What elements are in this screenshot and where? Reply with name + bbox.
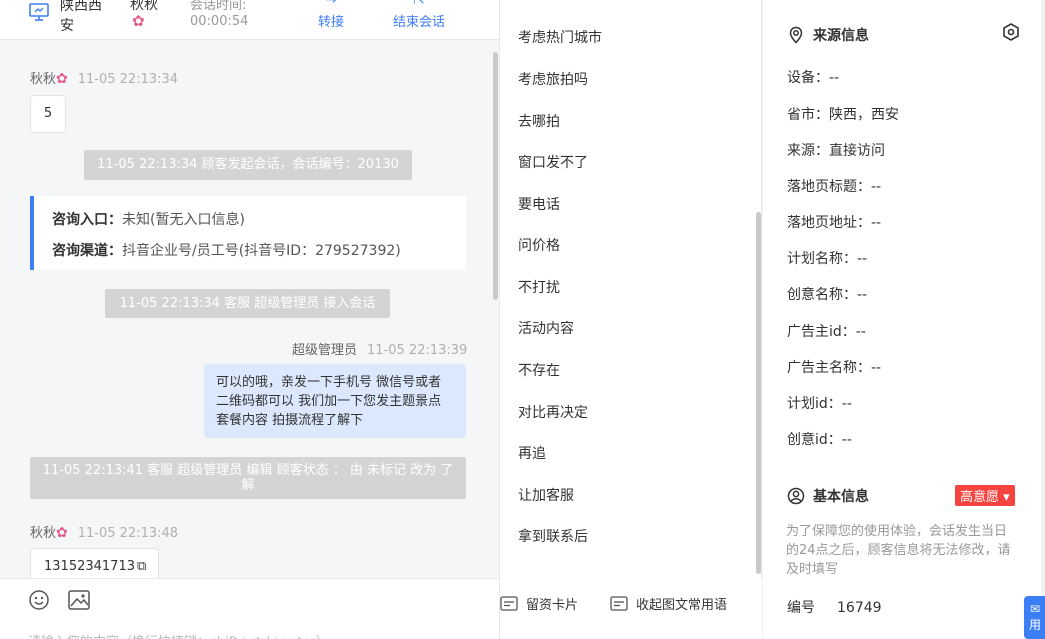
flower-icon: ✿ [56, 525, 68, 541]
source-plan-id: 计划id：-- [787, 396, 852, 412]
quick-phrase-panel: 考虑热门城市 考虑旅拍吗 去哪拍 窗口发不了 要电话 问价格 不打扰 活动内容 … [500, 0, 762, 639]
session-header: 陕西西安 秋秋 ✿ 会话时间: 00:00:54 → 转接 ⇱ 结束会话 [0, 0, 499, 40]
chat-icon: ✉ [1029, 602, 1041, 616]
right-edge-strip [1041, 0, 1045, 639]
message-sender: 秋秋✿ 11-05 22:13:34 [30, 71, 179, 87]
source-plan-name: 计划名称：-- [787, 251, 868, 267]
basic-info-title: 基本信息 [787, 486, 869, 506]
image-icon[interactable] [68, 590, 90, 610]
exit-icon: ⇱ [413, 0, 425, 8]
system-message: 11-05 22:13:34 顾客发起会话，会话编号：20130 [84, 150, 412, 180]
edit-deadline-note: 为了保障您的使用体验，会话发生当日的24点之后，顾客信息将无法修改，请及时填写 [786, 524, 1011, 577]
source-device: 设备：-- [787, 70, 840, 86]
duration-label: 会话时间: [190, 0, 247, 13]
settings-hex-icon[interactable] [1001, 22, 1021, 42]
collapse-phrases-button[interactable]: 收起图文常用语 [610, 594, 727, 613]
message-sender: 秋秋✿ 11-05 22:13:48 [30, 525, 179, 541]
location-pin-icon [789, 26, 803, 44]
duration-value: 00:00:54 [190, 14, 249, 29]
phrase-item[interactable]: 要电话 [518, 194, 560, 214]
phrase-item[interactable]: 拿到联系后 [518, 526, 588, 546]
phrase-item[interactable]: 考虑热门城市 [518, 27, 602, 47]
source-info-title: 来源信息 [787, 25, 869, 45]
user-circle-icon [787, 487, 805, 505]
source-advertiser-name: 广告主名称：-- [787, 360, 882, 376]
message-sender: 超级管理员 11-05 22:13:39 [292, 343, 468, 358]
phrase-item[interactable]: 让加客服 [518, 485, 574, 505]
emoji-icon[interactable] [28, 589, 50, 611]
card-icon [500, 595, 518, 611]
end-session-button[interactable]: ⇱ 结束会话 [393, 0, 445, 30]
lead-card-button[interactable]: 留资卡片 [500, 594, 578, 613]
app-root: 陕西西安 秋秋 ✿ 会话时间: 00:00:54 → 转接 ⇱ 结束会话 秋秋✿… [0, 0, 1045, 639]
source-advertiser-id: 广告主id：-- [787, 324, 866, 340]
transfer-button[interactable]: → 转接 [318, 0, 344, 30]
message-input[interactable]: 请输入您的内容（换行快捷键：shift+ctrl+enter） [28, 631, 329, 639]
source-channel: 来源：直接访问 [787, 143, 885, 159]
message-bubble: 5 [30, 95, 66, 133]
flower-icon: ✿ [132, 12, 145, 30]
source-landing-url: 落地页地址：-- [787, 215, 882, 231]
source-province: 省市：陕西，西安 [787, 107, 899, 123]
phrase-item[interactable]: 问价格 [518, 235, 560, 255]
copy-icon: ⧉ [136, 559, 147, 574]
chat-scrollbar[interactable] [493, 52, 498, 300]
phrase-scrollbar[interactable] [756, 212, 761, 574]
phrase-item[interactable]: 去哪拍 [518, 111, 560, 131]
flower-icon: ✿ [56, 71, 68, 87]
agent-message-bubble: 可以的哦，亲发一下手机号 微信号或者二维码都可以 我们加一下您发主题景点 套餐内… [204, 364, 466, 438]
arrow-right-icon: → [325, 0, 337, 8]
message-input-area[interactable]: 请输入您的内容（换行快捷键：shift+ctrl+enter） [0, 578, 499, 639]
source-creative-id: 创意id：-- [787, 432, 852, 448]
system-message: 11-05 22:13:34 客服 超级管理员 接入会话 [105, 289, 390, 318]
session-location: 陕西西安 [60, 0, 102, 34]
source-landing-title: 落地页标题：-- [787, 179, 882, 195]
monitor-icon [29, 3, 49, 21]
chat-panel: 陕西西安 秋秋 ✿ 会话时间: 00:00:54 → 转接 ⇱ 结束会话 秋秋✿… [0, 0, 500, 639]
phrase-item[interactable]: 考虑旅拍吗 [518, 69, 588, 89]
consult-info-card: 咨询入口：未知(暂无入口信息) 咨询渠道：抖音企业号/员工号(抖音号ID：279… [30, 196, 466, 270]
phrase-toolbar: 留资卡片 收起图文常用语 [500, 578, 762, 639]
customer-info-panel: 来源信息 设备：-- 省市：陕西，西安 来源：直接访问 落地页标题：-- 落地页… [763, 0, 1045, 639]
source-creative-name: 创意名称：-- [787, 287, 868, 303]
phrase-item[interactable]: 活动内容 [518, 318, 574, 338]
customer-id-row: 编号 16749 [787, 600, 882, 616]
phrase-item[interactable]: 不打扰 [518, 277, 560, 297]
phrase-item[interactable]: 对比再决定 [518, 402, 588, 422]
intent-tag-dropdown[interactable]: 高意愿 ▾ [955, 485, 1015, 506]
floating-help-button[interactable]: ✉ 用 [1024, 596, 1045, 639]
card-icon [610, 595, 628, 611]
phrase-item[interactable]: 再追 [518, 443, 546, 463]
phrase-item[interactable]: 不存在 [518, 360, 560, 380]
phrase-item[interactable]: 窗口发不了 [518, 152, 588, 172]
system-message: 11-05 22:13:41 客服 超级管理员 编辑 顾客状态 ： 由 未标记 … [30, 457, 466, 499]
